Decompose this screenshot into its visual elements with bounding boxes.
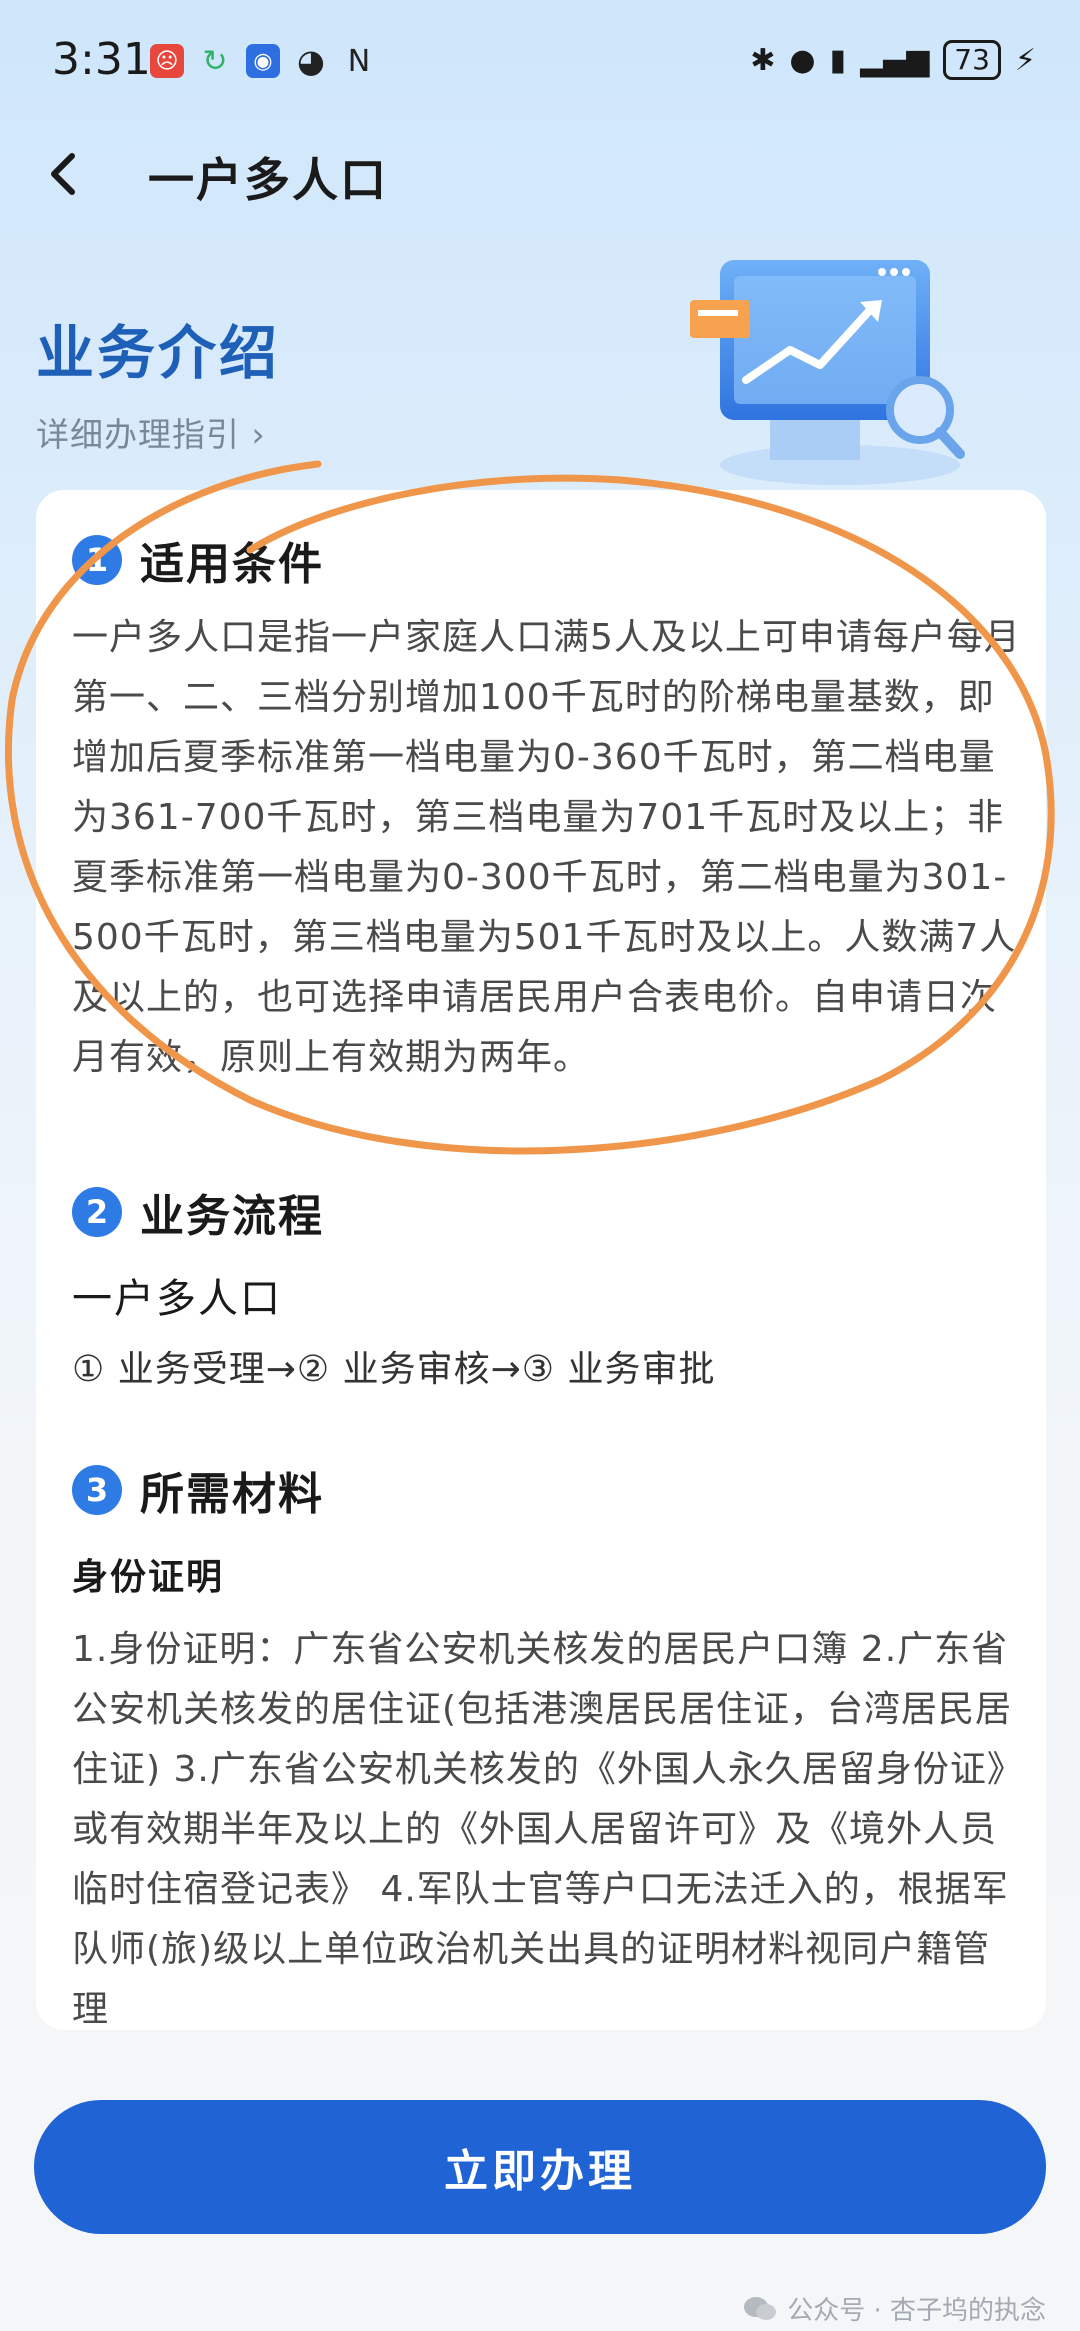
signal-icon: ▂▄▆ <box>860 42 930 78</box>
app-shield-icon: ◉ <box>246 44 280 78</box>
section-process-header: 2 业务流程 <box>72 1180 324 1244</box>
guide-link[interactable]: 详细办理指引 › <box>36 408 266 456</box>
materials-text: 1.身份证明：广东省公安机关核发的居民户口簿 2.广东省公安机关核发的居住证(包… <box>72 1629 1013 2030</box>
conditions-text: 一户多人口是指一户家庭人口满5人及以上可申请每户每月第一、二、三档分别增加100… <box>72 617 1021 1078</box>
charging-icon: ⚡ <box>1014 42 1036 78</box>
status-time: 3:31 <box>52 34 151 85</box>
notification-icons: ☹ ↻ ◉ ◕ N <box>150 42 376 80</box>
watermark-text: 公众号 · 杏子坞的执念 <box>787 2296 1046 2326</box>
section-title: 适用条件 <box>140 539 324 590</box>
eye-icon: ◕ <box>297 42 325 80</box>
info-card: 1 适用条件 一户多人口是指一户家庭人口满5人及以上可申请每户每月第一、二、三档… <box>36 490 1046 2030</box>
section-title: 所需材料 <box>140 1469 324 1520</box>
section-number-badge: 3 <box>72 1465 122 1515</box>
status-bar: 3:31 ☹ ↻ ◉ ◕ N ✱ ● ▮ ▂▄▆ 73 ⚡ <box>0 0 1080 120</box>
hero-title: 业务介绍 <box>36 319 281 387</box>
system-icons: ✱ ● ▮ ▂▄▆ 73 ⚡ <box>750 40 1036 80</box>
section-number-badge: 2 <box>72 1187 122 1237</box>
battery-indicator: 73 <box>943 40 1001 80</box>
back-arrow-icon[interactable] <box>40 146 90 202</box>
vibrate-icon: ▮ <box>829 42 847 78</box>
app-notification-icon: ☹ <box>150 44 184 78</box>
recycle-icon: ↻ <box>202 43 228 79</box>
bluetooth-icon: ✱ <box>750 42 776 78</box>
process-flow: ① 业务受理→② 业务审核→③ 业务审批 <box>72 1349 716 1390</box>
watermark: 公众号 · 杏子坞的执念 <box>743 2290 1046 2327</box>
wechat-icon <box>744 2296 777 2320</box>
section-title: 业务流程 <box>140 1191 324 1242</box>
nfc-icon: N <box>347 43 371 79</box>
process-subtitle: 一户多人口 <box>72 1276 282 1322</box>
materials-subtitle: 身份证明 <box>72 1557 225 1598</box>
section-conditions-header: 1 适用条件 <box>72 528 324 592</box>
page-title: 一户多人口 <box>148 153 388 207</box>
location-icon: ● <box>789 42 816 78</box>
section-number-badge: 1 <box>72 535 122 585</box>
section-materials-header: 3 所需材料 <box>72 1458 324 1522</box>
apply-now-button[interactable]: 立即办理 <box>34 2100 1046 2234</box>
nav-bar: 一户多人口 <box>0 130 1080 220</box>
chart-illustration-icon <box>690 260 965 485</box>
